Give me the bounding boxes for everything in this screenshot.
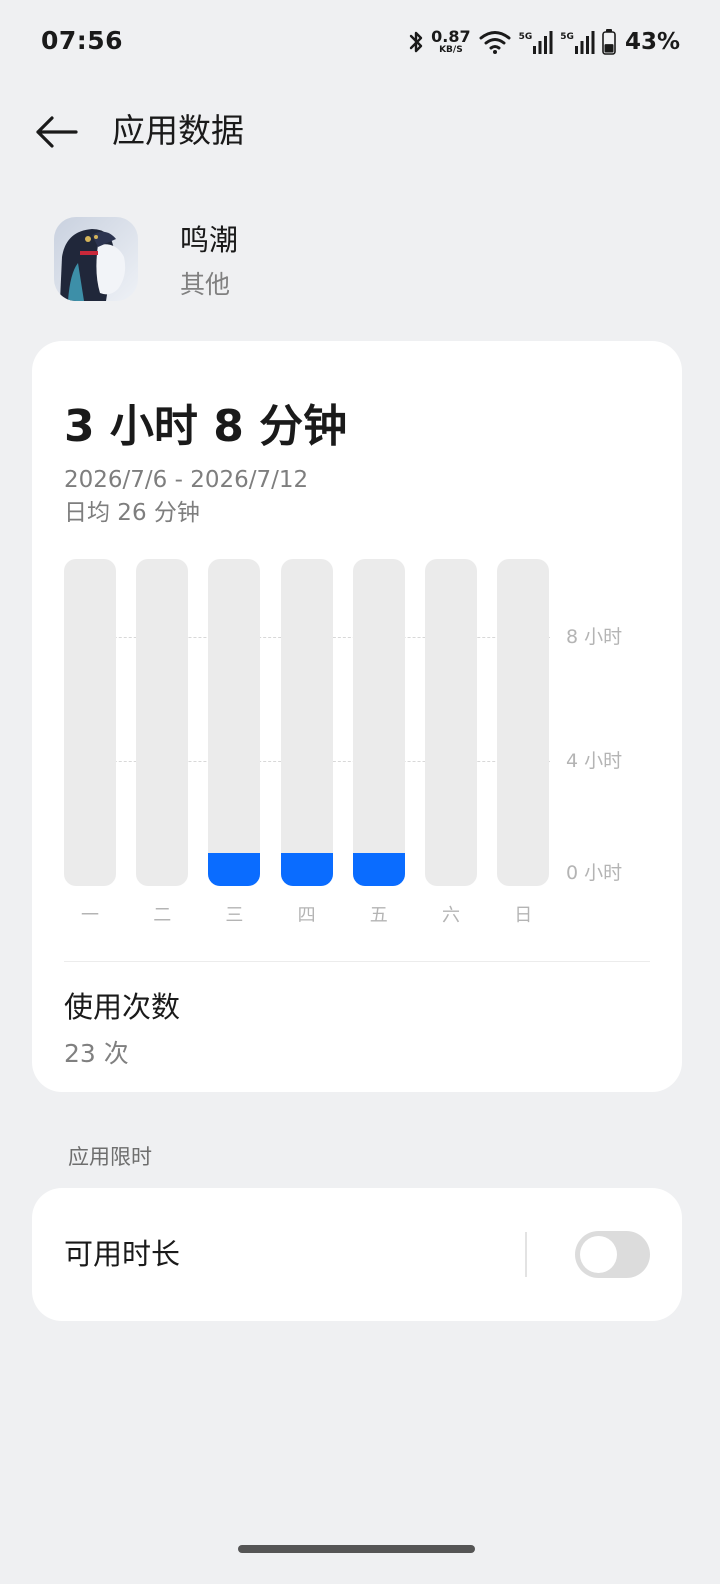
divider — [64, 961, 650, 962]
available-duration-toggle[interactable] — [575, 1231, 650, 1278]
app-limit-card[interactable]: 可用时长 — [32, 1188, 682, 1321]
chart-x-tick-label: 一 — [81, 905, 99, 926]
launch-count-title: 使用次数 — [64, 990, 181, 1024]
chart-bar-track[interactable] — [208, 559, 261, 886]
chart-x-tick-label: 六 — [442, 905, 460, 926]
app-name: 鸣潮 — [180, 223, 239, 257]
chart-bar-track[interactable] — [64, 559, 116, 886]
app-data-screen: 07:56 0.87 KB/S 5G 5G 43% 应用数据 鸣潮 其他 3 小… — [0, 0, 720, 1584]
network-speed-unit: KB/S — [439, 45, 463, 55]
available-duration-label: 可用时长 — [64, 1237, 181, 1271]
wifi-icon — [479, 31, 511, 54]
bluetooth-icon — [409, 31, 423, 53]
chart-x-tick-label: 五 — [369, 905, 388, 926]
chart-x-tick-label: 二 — [153, 905, 172, 926]
cellular-signal-sim1: 5G — [519, 30, 554, 54]
status-bar: 07:56 0.87 KB/S 5G 5G 43% — [0, 0, 720, 84]
launch-count-value: 23 次 — [64, 1039, 129, 1068]
chart-x-tick-label: 四 — [297, 905, 316, 926]
chart-bar-track[interactable] — [497, 559, 550, 886]
page-title: 应用数据 — [112, 111, 244, 150]
status-time: 07:56 — [41, 26, 124, 55]
app-icon — [54, 217, 138, 301]
battery-icon — [602, 29, 616, 55]
chart-bar — [352, 853, 405, 886]
usage-card: 3 小时 8 分钟 2026/7/6 - 2026/7/12 日均 26 分钟 … — [32, 341, 682, 1092]
toggle-knob — [580, 1236, 617, 1273]
chart-x-tick-label: 日 — [514, 905, 533, 926]
battery-percentage: 43% — [624, 29, 680, 55]
network-speed-value: 0.87 — [431, 27, 471, 46]
back-button[interactable] — [30, 106, 82, 158]
status-icons: 0.87 KB/S 5G 5G 43% — [408, 26, 680, 58]
home-indicator[interactable] — [238, 1545, 475, 1553]
chart-bar-track[interactable] — [280, 559, 333, 886]
chart-bar-track[interactable] — [136, 559, 189, 886]
weekly-usage-chart: 0 小时 4 小时 8 小时一 二 三 四 五 六 日 — [32, 341, 682, 941]
chart-x-tick-label: 三 — [225, 905, 244, 926]
chart-y-tick-label: 8 小时 — [566, 625, 623, 648]
signal-bars-icon — [533, 31, 553, 54]
chart-bar — [280, 853, 333, 886]
app-limit-section-title: 应用限时 — [68, 1145, 152, 1169]
chart-bar — [208, 853, 261, 886]
cellular-signal-sim2: 5G — [560, 30, 595, 54]
app-category: 其他 — [180, 270, 231, 299]
chart-y-tick-label: 0 小时 — [566, 862, 623, 884]
network-speed: 0.87 KB/S — [431, 29, 470, 55]
arrow-left-icon — [36, 116, 78, 148]
signal-bars-icon — [574, 31, 595, 54]
chart-bar-track[interactable] — [425, 559, 477, 886]
network-type-label: 5G — [518, 32, 533, 42]
chart-bar-track[interactable] — [352, 559, 405, 886]
separator — [525, 1232, 527, 1277]
chart-y-tick-label: 4 小时 — [566, 750, 623, 773]
network-type-label: 5G — [560, 32, 574, 42]
